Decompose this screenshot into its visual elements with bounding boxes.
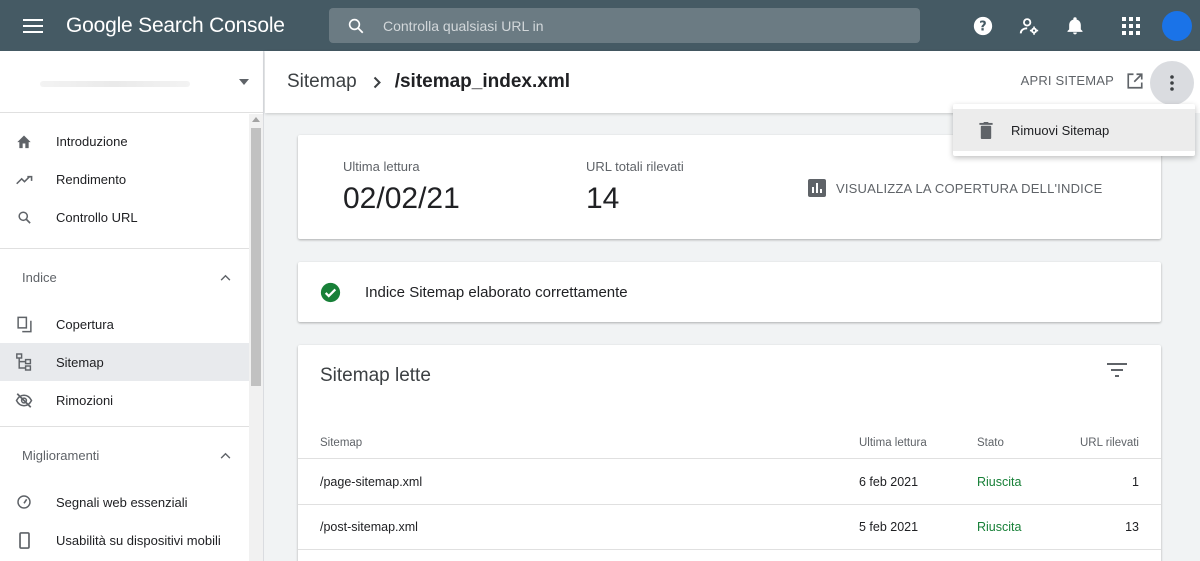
status-card: Indice Sitemap elaborato correttamente (298, 262, 1161, 322)
menu-icon (23, 18, 43, 33)
page-scrollbar[interactable] (1186, 113, 1200, 561)
section-header-miglioramenti[interactable]: Miglioramenti (0, 427, 249, 483)
section-title: Miglioramenti (22, 447, 100, 463)
stat-value: 02/02/21 (343, 182, 460, 215)
sidebar-item-introduzione[interactable]: Introduzione (0, 122, 249, 160)
sitemaps-table-card: Sitemap lette Sitemap Ultima lettura Sta… (298, 345, 1161, 561)
sidebar-item-rendimento[interactable]: Rendimento (0, 160, 249, 198)
chevron-right-icon (373, 76, 381, 89)
table-header: Sitemap Ultima lettura Stato URL rilevat… (298, 425, 1161, 459)
menu-item-remove-sitemap[interactable]: Rimuovi Sitemap (953, 109, 1195, 151)
sidebar-item-label: Copertura (56, 316, 114, 332)
property-selector[interactable] (0, 51, 263, 113)
search-input[interactable] (383, 17, 903, 34)
cell-urls: 13 (1125, 520, 1139, 534)
sitemap-icon (0, 353, 56, 371)
scrollbar-thumb[interactable] (251, 128, 261, 386)
sidebar-item-label: Rimozioni (56, 392, 114, 408)
sidebar-item-label: Usabilità su dispositivi mobili (56, 532, 221, 548)
home-icon (0, 134, 56, 149)
column-header-last-read[interactable]: Ultima lettura (859, 437, 927, 449)
help-icon: ? (973, 16, 993, 35)
manage-accounts-icon (1019, 17, 1039, 35)
sidebar: Introduzione Rendimento Controllo URL In… (0, 51, 264, 561)
table-title: Sitemap lette (320, 365, 431, 386)
section-title: Indice (22, 269, 57, 285)
avatar[interactable] (1162, 10, 1192, 41)
view-index-coverage-link[interactable]: VISUALIZZA LA COPERTURA DELL'INDICE (808, 179, 1102, 197)
cell-urls: 1 (1132, 475, 1139, 489)
more-vert-icon (1170, 75, 1174, 91)
bell-icon (1067, 16, 1083, 34)
trash-icon (953, 121, 1011, 139)
speed-icon (0, 494, 56, 510)
check-circle-icon (320, 282, 341, 303)
status-message: Indice Sitemap elaborato correttamente (365, 283, 628, 301)
cell-sitemap: /post-sitemap.xml (320, 520, 418, 534)
stat-label: Ultima lettura (343, 159, 420, 174)
filter-list-icon[interactable] (1107, 363, 1127, 382)
breadcrumb-sitemap[interactable]: Sitemap (287, 71, 357, 93)
stat-total-urls: URL totali rilevati 14 (586, 159, 684, 216)
bar-chart-icon (808, 179, 826, 197)
coverage-link-label: VISUALIZZA LA COPERTURA DELL'INDICE (836, 180, 1103, 196)
cell-last-read: 6 feb 2021 (859, 475, 919, 489)
chevron-up-icon (220, 452, 231, 459)
more-options-menu: Rimuovi Sitemap (953, 104, 1195, 156)
caret-down-icon (239, 78, 249, 85)
sidebar-item-rimozioni[interactable]: Rimozioni (0, 381, 249, 419)
property-name-redacted (40, 81, 190, 87)
column-header-status[interactable]: Stato (977, 437, 1004, 449)
section-header-indice[interactable]: Indice (0, 249, 249, 305)
main-content: Ultima lettura 02/02/21 URL totali rilev… (265, 113, 1200, 561)
table-row[interactable]: /page-sitemap.xml 6 feb 2021 Riuscita 1 (298, 460, 1161, 505)
url-inspection-search[interactable] (329, 8, 920, 43)
top-app-bar: Google Search Console ? (0, 0, 1200, 51)
scroll-up-arrow[interactable] (252, 117, 260, 122)
stat-label: URL totali rilevati (586, 159, 684, 174)
stat-value: 14 (586, 182, 620, 215)
copy-icon (0, 316, 56, 333)
column-header-sitemap[interactable]: Sitemap (320, 437, 362, 449)
app-title[interactable]: Google Search Console (66, 14, 329, 38)
sidebar-item-copertura[interactable]: Copertura (0, 305, 249, 343)
main-menu-button[interactable] (0, 0, 66, 51)
table-row[interactable]: /post-sitemap.xml 5 feb 2021 Riuscita 13 (298, 505, 1161, 550)
sidebar-item-usabilita-mobile[interactable]: Usabilità su dispositivi mobili (0, 521, 249, 559)
sidebar-nav: Introduzione Rendimento Controllo URL In… (0, 114, 249, 561)
apps-grid-icon (1122, 16, 1140, 35)
stat-last-read: Ultima lettura 02/02/21 (343, 159, 460, 216)
cell-status: Riuscita (977, 520, 1022, 534)
cell-sitemap: /page-sitemap.xml (320, 475, 423, 489)
sidebar-item-controllo-url[interactable]: Controllo URL (0, 198, 249, 236)
top-actions: ? (960, 0, 1200, 51)
apps-button[interactable] (1108, 0, 1154, 51)
user-settings-button[interactable] (1006, 0, 1052, 51)
more-options-button[interactable] (1150, 61, 1194, 105)
visibility-off-icon (0, 392, 56, 408)
open-sitemap-link[interactable]: APRI SITEMAP (1021, 73, 1114, 88)
cell-status: Riuscita (977, 475, 1022, 489)
trending-up-icon (0, 174, 56, 185)
svg-text:?: ? (979, 19, 986, 34)
notifications-button[interactable] (1052, 0, 1098, 51)
sidebar-item-label: Segnali web essenziali (56, 494, 188, 510)
sidebar-scrollbar[interactable] (249, 114, 263, 561)
column-header-urls[interactable]: URL rilevati (1080, 437, 1139, 449)
cell-last-read: 5 feb 2021 (859, 520, 919, 534)
sidebar-item-sitemap[interactable]: Sitemap (0, 343, 249, 381)
page-title: /sitemap_index.xml (394, 71, 570, 92)
sidebar-item-label: Introduzione (56, 133, 128, 149)
chevron-up-icon (220, 274, 231, 281)
sidebar-item-label: Controllo URL (56, 209, 138, 225)
search-icon (329, 17, 383, 35)
open-in-new-icon[interactable] (1126, 72, 1144, 95)
help-button[interactable]: ? (960, 0, 1006, 51)
sidebar-item-label: Sitemap (56, 354, 104, 370)
sidebar-item-label: Rendimento (56, 171, 127, 187)
menu-item-label: Rimuovi Sitemap (1011, 122, 1110, 138)
search-icon (0, 210, 56, 225)
smartphone-icon (0, 531, 56, 549)
sidebar-item-segnali-web[interactable]: Segnali web essenziali (0, 483, 249, 521)
